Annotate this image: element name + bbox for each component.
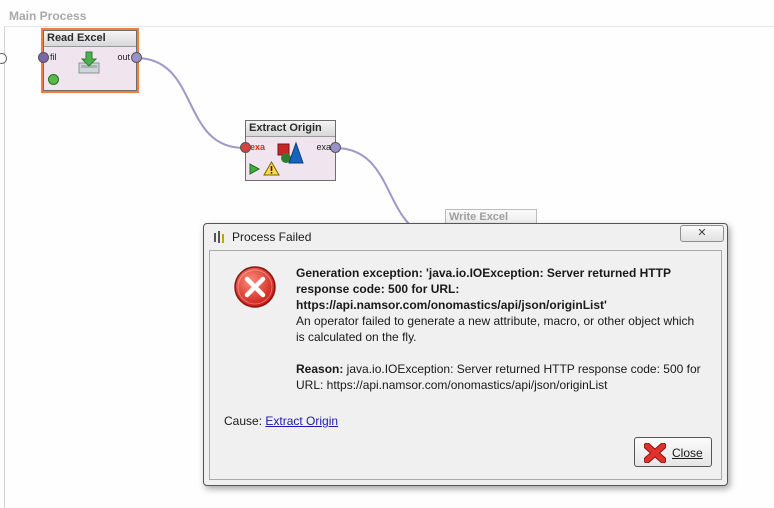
- operator-title: Extract Origin: [246, 121, 335, 137]
- cause-row: Cause: Extract Origin: [224, 414, 338, 428]
- process-failed-dialog: Process Failed ✕ Generation exception: '…: [203, 223, 728, 486]
- shapes-icon: [277, 141, 304, 164]
- close-icon: ✕: [697, 227, 707, 239]
- cause-link[interactable]: Extract Origin: [265, 414, 338, 428]
- operator-extract-origin[interactable]: Extract Origin exa exa: [240, 120, 341, 181]
- error-message: Generation exception: 'java.io.IOExcepti…: [296, 265, 706, 393]
- port-label-exa-out: exa: [316, 142, 331, 152]
- run-icon: [249, 163, 260, 175]
- dialog-content: Generation exception: 'java.io.IOExcepti…: [209, 250, 722, 480]
- port-out-exa[interactable]: [330, 142, 341, 153]
- red-x-icon: [644, 443, 666, 463]
- error-heading: Generation exception: 'java.io.IOExcepti…: [296, 266, 671, 312]
- warning-icon: [263, 161, 280, 176]
- port-label-exa-in: exa: [250, 142, 266, 152]
- port-in-fil[interactable]: [38, 52, 49, 63]
- close-button-label: Close: [672, 446, 703, 460]
- dialog-titlebar[interactable]: Process Failed ✕: [204, 224, 727, 249]
- port-label-fil: fil: [50, 52, 57, 62]
- error-description: An operator failed to generate a new att…: [296, 314, 695, 344]
- close-button[interactable]: Close: [634, 437, 712, 467]
- status-ok-icon: [48, 74, 59, 85]
- error-x-icon: [234, 266, 276, 308]
- dialog-title: Process Failed: [232, 230, 312, 244]
- port-label-out: out: [117, 52, 130, 62]
- reason-label: Reason:: [296, 362, 344, 376]
- operator-title: Read Excel: [44, 31, 136, 47]
- window-close-button[interactable]: ✕: [680, 225, 724, 242]
- wire-read-to-extract: [135, 57, 245, 149]
- port-out[interactable]: [131, 52, 142, 63]
- reason-text: java.io.IOException: Server returned HTT…: [296, 362, 701, 392]
- error-reason: Reason: java.io.IOException: Server retu…: [296, 361, 706, 393]
- rapidminer-icon: [214, 231, 224, 243]
- read-excel-icon: [78, 51, 100, 74]
- cause-label: Cause:: [224, 414, 266, 428]
- operator-read-excel[interactable]: Read Excel fil out: [38, 28, 142, 93]
